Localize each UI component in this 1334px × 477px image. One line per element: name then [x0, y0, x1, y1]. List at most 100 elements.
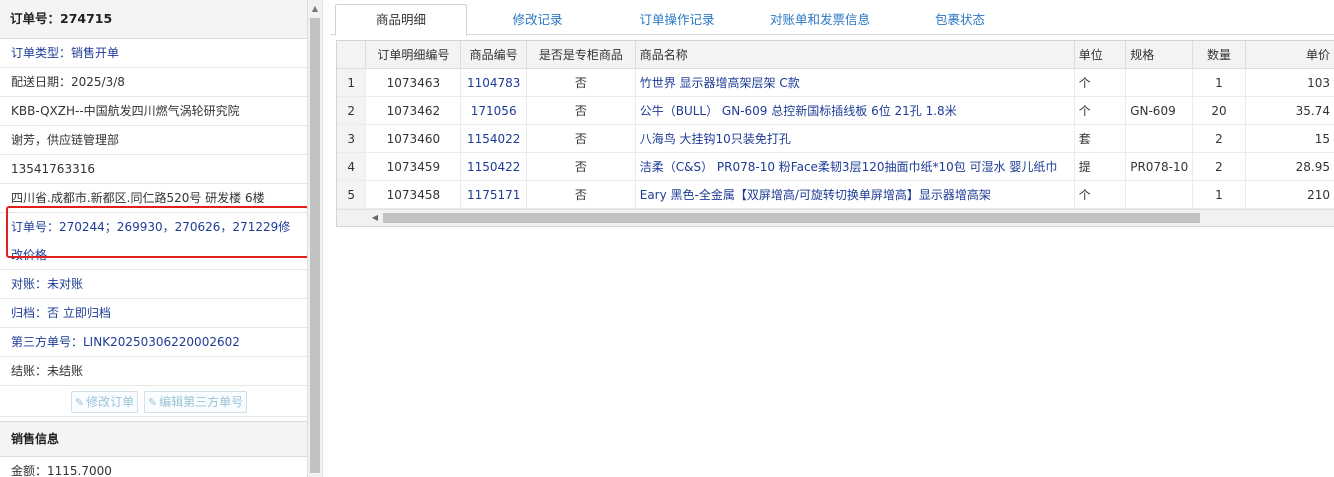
table-row[interactable]: 1 1073463 1104783 否 竹世界 显示器增高架层架 C款 个 1 … [337, 68, 1334, 97]
table-header-row: 订单明细编号 商品编号 是否是专柜商品 商品名称 单位 规格 数量 单价 [337, 41, 1334, 69]
spec: GN-609 [1125, 96, 1194, 125]
row-number: 2 [337, 96, 367, 125]
edit-icon: ✎ [74, 395, 85, 409]
counter-product: 否 [526, 68, 636, 97]
counter-product: 否 [526, 124, 636, 153]
left-scrollbar-thumb[interactable] [310, 18, 320, 473]
detail-no: 1073459 [365, 152, 462, 181]
unit: 个 [1074, 68, 1127, 97]
edit-third-party-label: 编辑第三方单号 [159, 394, 244, 409]
product-no-link[interactable]: 1154022 [460, 124, 528, 153]
grid-horizontal-scrollbar[interactable]: ◀ [337, 209, 1334, 226]
sales-amount: 金额：1115.7000 [0, 457, 307, 477]
col-header-product-name[interactable]: 商品名称 [635, 41, 1075, 69]
unit-price: 103 [1245, 68, 1334, 97]
product-table: 订单明细编号 商品编号 是否是专柜商品 商品名称 单位 规格 数量 单价 1 1… [337, 41, 1334, 209]
product-no-link[interactable]: 1104783 [460, 68, 528, 97]
tab-modification-log[interactable]: 修改记录 [475, 5, 600, 34]
table-row[interactable]: 5 1073458 1175171 否 Eary 黑色-全金属【双屏增高/可旋转… [337, 180, 1334, 209]
spec [1125, 68, 1194, 97]
row-number: 5 [337, 180, 367, 209]
detail-no: 1073463 [365, 68, 462, 97]
spec: PR078-10 [1125, 152, 1194, 181]
col-header-detail-no[interactable]: 订单明细编号 [365, 41, 462, 69]
quantity: 1 [1192, 68, 1246, 97]
col-header-unit-price[interactable]: 单价 [1245, 41, 1334, 69]
settlement-status: 结账：未结账 [0, 357, 307, 386]
sales-info-section: 销售信息 [0, 421, 307, 457]
archive-link[interactable]: 否 立即归档 [47, 306, 111, 320]
product-name-link[interactable]: Eary 黑色-全金属【双屏增高/可旋转切换单屏增高】显示器增高架 [635, 180, 1075, 209]
row-number: 3 [337, 124, 367, 153]
detail-no: 1073462 [365, 96, 462, 125]
counter-product: 否 [526, 180, 636, 209]
tab-package-status[interactable]: 包裹状态 [900, 5, 1020, 34]
product-name-link[interactable]: 公牛（BULL） GN-609 总控新国标插线板 6位 21孔 1.8米 [635, 96, 1075, 125]
grid-scrollbar-thumb[interactable] [383, 213, 1200, 223]
product-no-link[interactable]: 171056 [460, 96, 528, 125]
unit-price: 28.95 [1245, 152, 1334, 181]
row-number: 1 [337, 68, 367, 97]
table-row[interactable]: 4 1073459 1150422 否 洁柔（C&S） PR078-10 粉Fa… [337, 152, 1334, 181]
col-header-counter-product[interactable]: 是否是专柜商品 [526, 41, 636, 69]
quantity: 20 [1192, 96, 1246, 125]
edit-icon: ✎ [147, 395, 158, 409]
detail-panel: 商品明细 修改记录 订单操作记录 对账单和发票信息 包裹状态 订单明细编号 商品… [330, 0, 1334, 477]
product-name-link[interactable]: 洁柔（C&S） PR078-10 粉Face柔韧3层120抽面巾纸*10包 可湿… [635, 152, 1075, 181]
col-header-quantity[interactable]: 数量 [1192, 41, 1246, 69]
order-number-header: 订单号：274715 [0, 0, 307, 39]
tab-product-details[interactable]: 商品明细 [335, 4, 467, 36]
edit-order-button[interactable]: ✎ 修改订单 [70, 390, 139, 413]
quantity: 2 [1192, 152, 1246, 181]
product-grid: 订单明细编号 商品编号 是否是专柜商品 商品名称 单位 规格 数量 单价 1 1… [336, 40, 1334, 227]
reconcile-status: 对账：未对账 [0, 270, 307, 299]
edit-third-party-button[interactable]: ✎ 编辑第三方单号 [143, 390, 248, 413]
unit-price: 15 [1245, 124, 1334, 153]
unit: 个 [1074, 180, 1127, 209]
product-name-link[interactable]: 八海鸟 大挂钩10只装免打孔 [635, 124, 1075, 153]
unit: 套 [1074, 124, 1127, 153]
product-no-link[interactable]: 1175171 [460, 180, 528, 209]
quantity: 2 [1192, 124, 1246, 153]
archive-row: 归档：否 立即归档 [0, 299, 307, 328]
contact-person: 谢芳，供应链管理部 [0, 126, 307, 155]
col-header-spec[interactable]: 规格 [1125, 41, 1194, 69]
col-header-product-no[interactable]: 商品编号 [460, 41, 528, 69]
unit-price: 210 [1245, 180, 1334, 209]
archive-label: 归档： [11, 306, 48, 320]
product-no-link[interactable]: 1150422 [460, 152, 528, 181]
tab-bar: 商品明细 修改记录 订单操作记录 对账单和发票信息 包裹状态 [330, 4, 1334, 36]
tab-order-operation-log[interactable]: 订单操作记录 [612, 5, 742, 34]
detail-no: 1073458 [365, 180, 462, 209]
order-info-panel: 订单号：274715 订单类型：销售开单 配送日期：2025/3/8 KBB-Q… [0, 0, 308, 477]
unit: 提 [1074, 152, 1127, 181]
customer-name: KBB-QXZH--中国航发四川燃气涡轮研究院 [0, 97, 307, 126]
arrow-up-icon[interactable]: ▲ [308, 2, 322, 16]
table-row[interactable]: 3 1073460 1154022 否 八海鸟 大挂钩10只装免打孔 套 2 1… [337, 124, 1334, 153]
detail-no: 1073460 [365, 124, 462, 153]
spec [1125, 124, 1194, 153]
counter-product: 否 [526, 96, 636, 125]
tab-statement-invoice[interactable]: 对账单和发票信息 [750, 5, 890, 34]
order-type: 订单类型：销售开单 [0, 39, 307, 68]
unit-price: 35.74 [1245, 96, 1334, 125]
order-remark: 订单号：270244；269930，270626，271229修 改价格 [0, 213, 307, 270]
contact-phone: 13541763316 [0, 155, 307, 184]
order-remark-line1: 订单号：270244；269930，270626，271229修 [11, 220, 291, 234]
counter-product: 否 [526, 152, 636, 181]
order-remark-line2: 改价格 [11, 248, 48, 262]
delivery-date: 配送日期：2025/3/8 [0, 68, 307, 97]
unit: 个 [1074, 96, 1127, 125]
order-actions: ✎ 修改订单 ✎ 编辑第三方单号 [0, 386, 307, 417]
arrow-left-icon[interactable]: ◀ [367, 210, 383, 226]
delivery-address: 四川省.成都市.新都区.同仁路520号 研发楼 6楼 [0, 184, 307, 213]
row-number: 4 [337, 152, 367, 181]
product-name-link[interactable]: 竹世界 显示器增高架层架 C款 [635, 68, 1075, 97]
table-row[interactable]: 2 1073462 171056 否 公牛（BULL） GN-609 总控新国标… [337, 96, 1334, 125]
spec [1125, 180, 1194, 209]
col-header-rownum [337, 41, 367, 69]
col-header-unit[interactable]: 单位 [1074, 41, 1127, 69]
quantity: 1 [1192, 180, 1246, 209]
third-party-order: 第三方单号：LINK20250306220002602 [0, 328, 307, 357]
left-scrollbar[interactable]: ▲ [308, 0, 323, 477]
